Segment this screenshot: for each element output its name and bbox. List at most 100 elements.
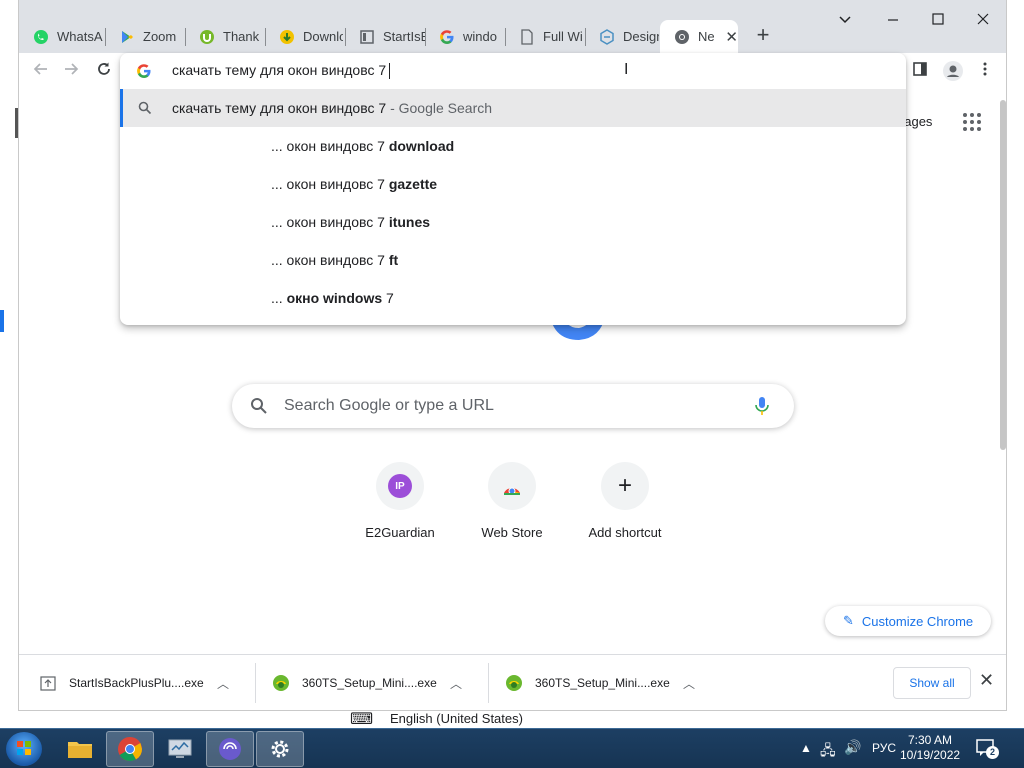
clock-time: 7:30 AM bbox=[907, 733, 953, 747]
address-bar[interactable]: скачать тему для окон виндовс 7 I bbox=[120, 53, 906, 89]
tab-label: Full Wi bbox=[543, 29, 583, 44]
windows-logo-icon bbox=[17, 741, 31, 755]
tab-thank[interactable]: Thank bbox=[185, 20, 265, 53]
system-monitor-icon bbox=[168, 739, 192, 758]
keyboard-icon: ⌨ bbox=[350, 711, 374, 728]
google-icon bbox=[439, 29, 455, 45]
installer-file-icon bbox=[40, 676, 56, 691]
tab-label: Thank bbox=[223, 29, 260, 44]
add-shortcut-button[interactable]: + Add shortcut bbox=[569, 462, 681, 552]
taskbar-app-monitor[interactable] bbox=[156, 731, 204, 767]
download-filename: 360TS_Setup_Mini....exe bbox=[535, 676, 670, 690]
folder-icon bbox=[68, 742, 92, 758]
pencil-icon: ✎ bbox=[843, 613, 854, 628]
forward-button[interactable] bbox=[59, 60, 83, 84]
network-icon[interactable]: 🖧 bbox=[820, 740, 836, 764]
text-caret bbox=[389, 63, 391, 80]
tab-label: Ne bbox=[698, 29, 715, 44]
chevron-up-icon[interactable]: ︿ bbox=[217, 675, 229, 692]
show-all-downloads-button[interactable]: Show all bbox=[893, 667, 971, 699]
address-bar-input[interactable]: скачать тему для окон виндовс 7 bbox=[172, 62, 391, 80]
utorrent-icon bbox=[199, 29, 215, 45]
suggestion-completion: itunes bbox=[388, 214, 431, 230]
tab-label: Downlo bbox=[303, 29, 343, 44]
shortcut-label: E2Guardian bbox=[365, 525, 435, 540]
suggestion-search-query[interactable]: скачать тему для окон виндовс 7 - Google… bbox=[120, 89, 906, 127]
shortcut-label: Add shortcut bbox=[588, 525, 662, 540]
desktop-edge-accent bbox=[0, 310, 4, 332]
suggestion-item[interactable]: ... окон виндовс 7 download bbox=[120, 127, 906, 165]
tab-full-windows[interactable]: Full Wi bbox=[505, 20, 585, 53]
minimize-button[interactable] bbox=[879, 12, 907, 36]
suggestion-prefix: ... окон виндовс 7 bbox=[271, 138, 389, 154]
start-button[interactable] bbox=[6, 732, 42, 766]
tab-whatsapp[interactable]: WhatsA bbox=[19, 20, 105, 53]
taskbar-settings[interactable] bbox=[256, 731, 304, 767]
taskbar-chrome[interactable] bbox=[106, 731, 154, 767]
search-icon bbox=[138, 101, 152, 115]
shortcut-tile bbox=[488, 462, 536, 510]
tab-label: Design bbox=[623, 29, 659, 44]
tab-strip: WhatsA Zoom Thank Downlo StartIsB windo … bbox=[19, 0, 1006, 53]
language-indicator[interactable]: РУС bbox=[872, 741, 896, 755]
tab-design[interactable]: Design bbox=[585, 20, 659, 53]
shortcut-tile: + bbox=[601, 462, 649, 510]
tab-zoom[interactable]: Zoom bbox=[105, 20, 185, 53]
suggestion-item[interactable]: ... окно windows 7 bbox=[120, 279, 906, 317]
profile-avatar[interactable] bbox=[941, 60, 965, 84]
new-tab-button[interactable]: + bbox=[751, 24, 775, 48]
close-window-button[interactable] bbox=[969, 12, 997, 36]
download-item[interactable]: StartIsBackPlusPlu....exe ︿ bbox=[19, 655, 252, 711]
taskbar: ▲ 🖧 🔊 РУС 7:30 AM 10/19/2022 2 bbox=[0, 728, 1024, 768]
360-security-icon bbox=[273, 675, 289, 691]
customize-chrome-button[interactable]: ✎ Customize Chrome bbox=[825, 606, 991, 636]
360-security-icon bbox=[506, 675, 522, 691]
suggestion-query: скачать тему для окон виндовс 7 bbox=[172, 100, 387, 116]
torrent-icon bbox=[219, 738, 241, 760]
action-center-icon[interactable]: 2 bbox=[976, 737, 999, 759]
clock[interactable]: 7:30 AM 10/19/2022 bbox=[900, 733, 960, 763]
download-shelf: StartIsBackPlusPlu....exe ︿ 360TS_Setup_… bbox=[19, 654, 1006, 710]
download-item[interactable]: 360TS_Setup_Mini....exe ︿ bbox=[485, 655, 718, 711]
google-apps-icon[interactable] bbox=[963, 113, 981, 131]
close-download-shelf-icon[interactable]: ✕ bbox=[979, 670, 994, 691]
design-icon bbox=[599, 28, 615, 45]
microphone-icon[interactable] bbox=[754, 396, 770, 416]
page-icon bbox=[519, 28, 535, 45]
chevron-up-icon[interactable]: ︿ bbox=[683, 675, 695, 692]
suggestion-item[interactable]: ... окон виндовс 7 itunes bbox=[120, 203, 906, 241]
shortcut-e2guardian[interactable]: IP E2Guardian bbox=[344, 462, 456, 552]
suggestion-text: ... окон виндовс 7 ft bbox=[271, 252, 398, 268]
shortcut-label: Web Store bbox=[481, 525, 543, 540]
chrome-window: WhatsA Zoom Thank Downlo StartIsB windo … bbox=[18, 0, 1007, 711]
download-item[interactable]: 360TS_Setup_Mini....exe ︿ bbox=[252, 655, 485, 711]
taskbar-explorer[interactable] bbox=[56, 731, 104, 767]
show-hidden-icons-icon[interactable]: ▲ bbox=[800, 741, 812, 755]
download-filename: StartIsBackPlusPlu....exe bbox=[69, 676, 204, 690]
maximize-button[interactable] bbox=[924, 12, 952, 36]
suggestion-suffix: 7 bbox=[382, 290, 394, 306]
suggestion-item[interactable]: ... окон виндовс 7 ft bbox=[120, 241, 906, 279]
scrollbar[interactable] bbox=[1000, 100, 1006, 450]
customize-label: Customize Chrome bbox=[861, 613, 974, 629]
tab-search-chevron-icon[interactable] bbox=[831, 12, 859, 36]
suggestion-completion: окно windows bbox=[286, 290, 383, 306]
close-tab-icon[interactable]: ✕ bbox=[725, 28, 738, 46]
search-box[interactable]: Search Google or type a URL bbox=[232, 384, 794, 428]
more-menu-icon[interactable] bbox=[973, 60, 997, 84]
tab-new-tab[interactable]: Ne ✕ bbox=[660, 20, 738, 53]
suggestion-item[interactable]: ... окон виндовс 7 gazette bbox=[120, 165, 906, 203]
shortcut-web-store[interactable]: Web Store bbox=[456, 462, 568, 552]
tab-download[interactable]: Downlo bbox=[265, 20, 345, 53]
volume-icon[interactable]: 🔊 bbox=[844, 739, 861, 756]
back-button[interactable] bbox=[29, 60, 53, 84]
chevron-up-icon[interactable]: ︿ bbox=[450, 675, 462, 692]
clock-date: 10/19/2022 bbox=[900, 748, 961, 762]
chrome-icon bbox=[674, 29, 690, 45]
tab-label: Zoom bbox=[143, 29, 177, 44]
taskbar-torrent[interactable] bbox=[206, 731, 254, 767]
tab-windows-search[interactable]: windo bbox=[425, 20, 505, 53]
tab-startisback[interactable]: StartIsB bbox=[345, 20, 425, 53]
side-panel-icon[interactable] bbox=[908, 60, 932, 84]
reload-button[interactable] bbox=[92, 60, 116, 84]
